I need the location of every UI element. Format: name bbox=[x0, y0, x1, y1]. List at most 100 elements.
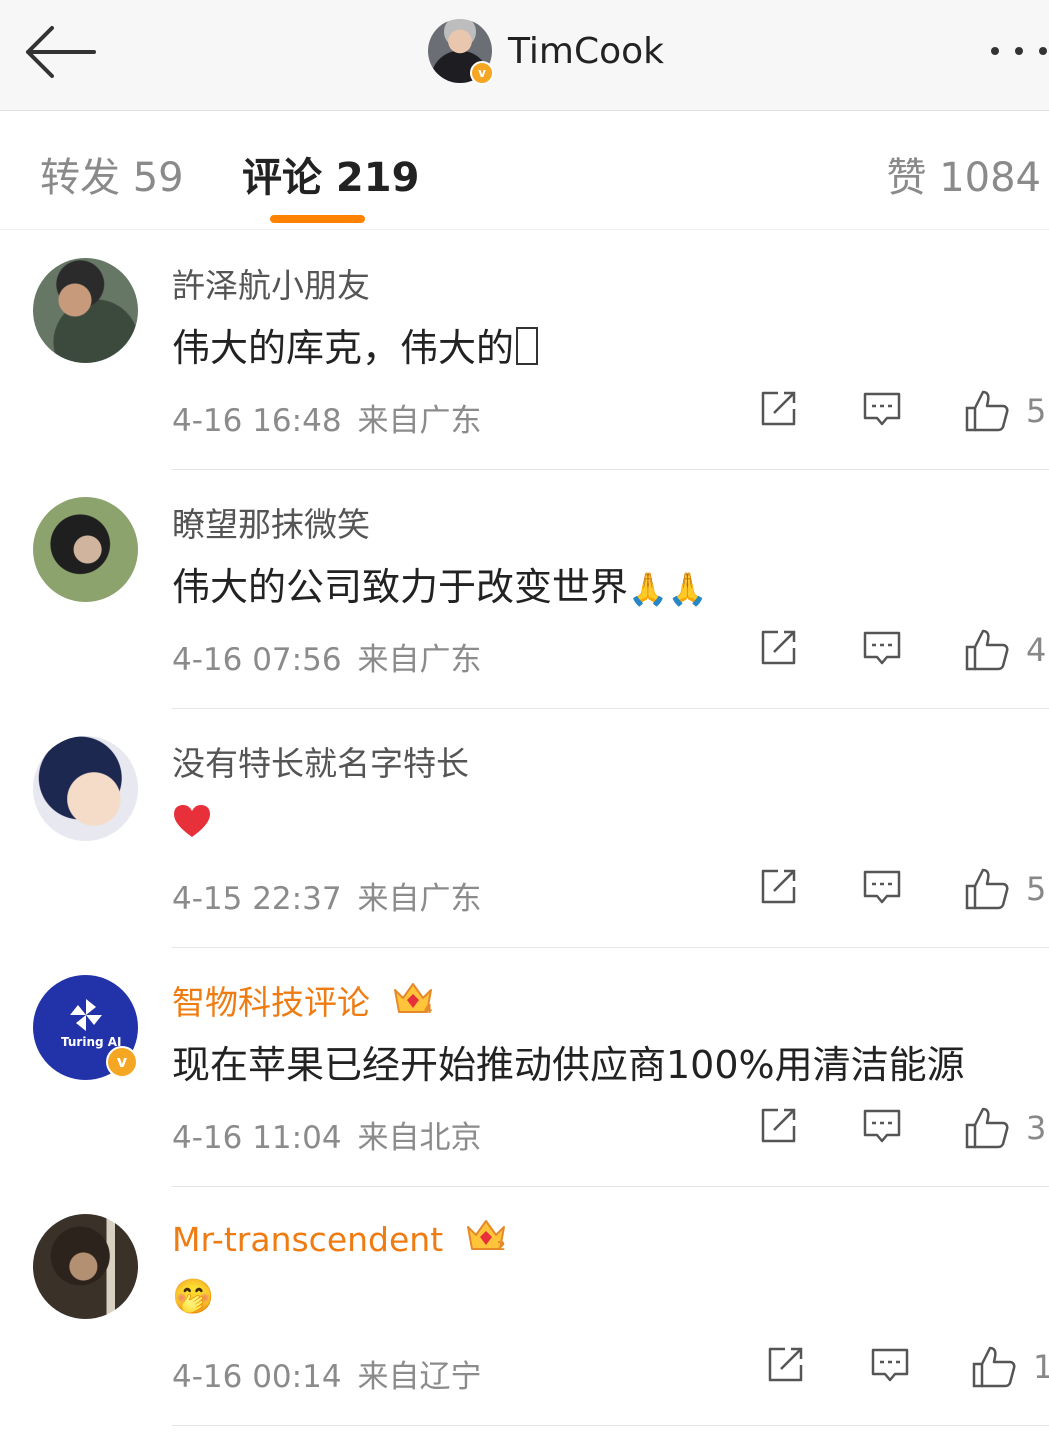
comment-username[interactable]: 智物科技评论 4 bbox=[172, 976, 435, 1024]
like-count: 4 bbox=[1026, 631, 1047, 669]
comment-item: 瞭望那抹微笑 伟大的公司致力于改变世界🙏🙏 4-16 07:56 来自广东 4 bbox=[0, 470, 1049, 709]
pinwheel-logo-icon bbox=[70, 999, 102, 1031]
praying-hands-emoji-icon: 🙏🙏 bbox=[628, 570, 708, 608]
comment-icon bbox=[871, 1348, 909, 1382]
comment-time: 4-16 11:04 bbox=[172, 1120, 342, 1156]
missing-glyph-icon bbox=[516, 327, 539, 365]
comment-meta: 4-15 22:37 来自广东 bbox=[172, 873, 482, 918]
comment-username[interactable]: 没有特长就名字特长 bbox=[172, 737, 469, 785]
share-button[interactable] bbox=[765, 1345, 805, 1389]
comment-location: 来自广东 bbox=[357, 403, 482, 439]
comment-location: 来自北京 bbox=[357, 1120, 482, 1156]
share-icon bbox=[761, 391, 796, 426]
share-button[interactable] bbox=[758, 867, 798, 911]
share-icon bbox=[761, 1108, 796, 1143]
comment-location: 来自辽宁 bbox=[357, 1359, 482, 1395]
thumbs-up-icon bbox=[965, 1107, 1009, 1149]
verified-badge-icon: v bbox=[470, 61, 494, 85]
more-dots-icon-dot bbox=[1015, 47, 1023, 55]
page-title[interactable]: TimCook bbox=[508, 31, 664, 72]
share-button[interactable] bbox=[758, 628, 798, 672]
comment-text-body: 伟大的库克，伟大的 bbox=[172, 326, 515, 370]
reply-button[interactable] bbox=[870, 1345, 910, 1389]
heart-emoji-icon bbox=[174, 805, 210, 837]
comment-meta: 4-16 07:56 来自广东 bbox=[172, 634, 482, 679]
comment-time: 4-16 07:56 bbox=[172, 642, 342, 678]
more-button[interactable] bbox=[979, 38, 1049, 62]
like-count: 3 bbox=[1026, 1109, 1047, 1147]
thumbs-up-icon bbox=[965, 390, 1009, 432]
share-button[interactable] bbox=[758, 1106, 798, 1150]
arrow-left-icon bbox=[26, 26, 96, 78]
tab-bar: 转发 59 评论 219 赞 1084 bbox=[0, 111, 1049, 230]
reply-button[interactable] bbox=[862, 867, 902, 911]
verified-badge-icon: v bbox=[106, 1046, 138, 1078]
like-button[interactable]: 5 bbox=[964, 389, 1046, 433]
comment-text: 现在苹果已经开始推动供应商100%用清洁能源 bbox=[172, 1043, 965, 1087]
comment-location: 来自广东 bbox=[357, 881, 482, 917]
comment-username[interactable]: 許泽航小朋友 bbox=[172, 259, 370, 307]
comment-time: 4-16 16:48 bbox=[172, 403, 342, 439]
comment-icon bbox=[863, 392, 901, 426]
thumbs-up-icon bbox=[965, 629, 1009, 671]
tab-comments[interactable]: 评论 219 bbox=[242, 145, 419, 203]
avatar[interactable]: Turing AI v bbox=[33, 975, 138, 1080]
comment-meta: 4-16 11:04 来自北京 bbox=[172, 1112, 482, 1157]
comment-time: 4-15 22:37 bbox=[172, 881, 342, 917]
vip-crown-icon: 2 bbox=[466, 1220, 505, 1253]
comment-item: 許泽航小朋友 伟大的库克，伟大的 4-16 16:48 来自广东 5 bbox=[0, 231, 1049, 470]
active-tab-indicator bbox=[270, 215, 365, 223]
comment-icon bbox=[863, 870, 901, 904]
comment-icon bbox=[863, 1109, 901, 1143]
like-button[interactable]: 4 bbox=[964, 628, 1046, 672]
like-count: 5 bbox=[1026, 870, 1047, 908]
divider bbox=[172, 1425, 1049, 1426]
share-icon bbox=[761, 869, 796, 904]
thumbs-up-icon bbox=[972, 1346, 1016, 1388]
back-button[interactable] bbox=[22, 22, 102, 82]
comment-username[interactable]: 瞭望那抹微笑 bbox=[172, 498, 370, 546]
more-dots-icon-dot bbox=[1039, 47, 1047, 55]
avatar[interactable] bbox=[33, 258, 138, 363]
comment-username-text: 智物科技评论 bbox=[172, 983, 370, 1022]
like-button[interactable]: 3 bbox=[964, 1106, 1046, 1150]
avatar[interactable] bbox=[33, 736, 138, 841]
comment-text: 伟大的库克，伟大的 bbox=[172, 317, 539, 372]
comment-meta: 4-16 00:14 来自辽宁 bbox=[172, 1351, 482, 1396]
comment-username[interactable]: Mr-transcendent 2 bbox=[172, 1215, 508, 1259]
reply-button[interactable] bbox=[862, 389, 902, 433]
hand-over-mouth-emoji-icon: 🤭 bbox=[172, 1277, 215, 1317]
avatar[interactable]: v bbox=[428, 19, 494, 85]
comment-text: 伟大的公司致力于改变世界🙏🙏 bbox=[172, 556, 708, 611]
comment-time: 4-16 00:14 bbox=[172, 1359, 342, 1395]
avatar[interactable] bbox=[33, 1214, 138, 1319]
comment-item: Turing AI v 智物科技评论 4 现在苹果已经开始推动供应商100%用清… bbox=[0, 948, 1049, 1187]
thumbs-up-icon bbox=[965, 868, 1009, 910]
like-count: 5 bbox=[1026, 392, 1047, 430]
profile-header[interactable]: v TimCook bbox=[428, 18, 664, 85]
vip-crown-icon: 4 bbox=[393, 983, 432, 1016]
comment-text: 🤭 bbox=[172, 1273, 214, 1317]
avatar-logo-text: Turing AI bbox=[61, 1035, 122, 1049]
more-dots-icon bbox=[991, 47, 999, 55]
tab-likes[interactable]: 赞 1084 bbox=[886, 145, 1041, 203]
reply-button[interactable] bbox=[862, 628, 902, 672]
share-icon bbox=[761, 630, 796, 665]
comment-item: Mr-transcendent 2 🤭 4-16 00:14 来自辽宁 1 bbox=[0, 1187, 1049, 1426]
share-icon bbox=[768, 1347, 803, 1382]
comment-location: 来自广东 bbox=[357, 642, 482, 678]
like-button[interactable]: 1 bbox=[971, 1345, 1049, 1389]
comment-icon bbox=[863, 631, 901, 665]
reply-button[interactable] bbox=[862, 1106, 902, 1150]
comment-item: 没有特长就名字特长 4-15 22:37 来自广东 5 bbox=[0, 709, 1049, 948]
comment-username-text: Mr-transcendent bbox=[172, 1220, 444, 1259]
comment-text-body: 伟大的公司致力于改变世界 bbox=[172, 565, 629, 609]
like-count: 1 bbox=[1033, 1348, 1049, 1386]
vip-level: 4 bbox=[424, 1002, 432, 1016]
tab-repost[interactable]: 转发 59 bbox=[40, 145, 184, 203]
top-bar: v TimCook bbox=[0, 0, 1049, 111]
vip-level: 2 bbox=[497, 1239, 505, 1253]
like-button[interactable]: 5 bbox=[964, 867, 1046, 911]
share-button[interactable] bbox=[758, 389, 798, 433]
avatar[interactable] bbox=[33, 497, 138, 602]
